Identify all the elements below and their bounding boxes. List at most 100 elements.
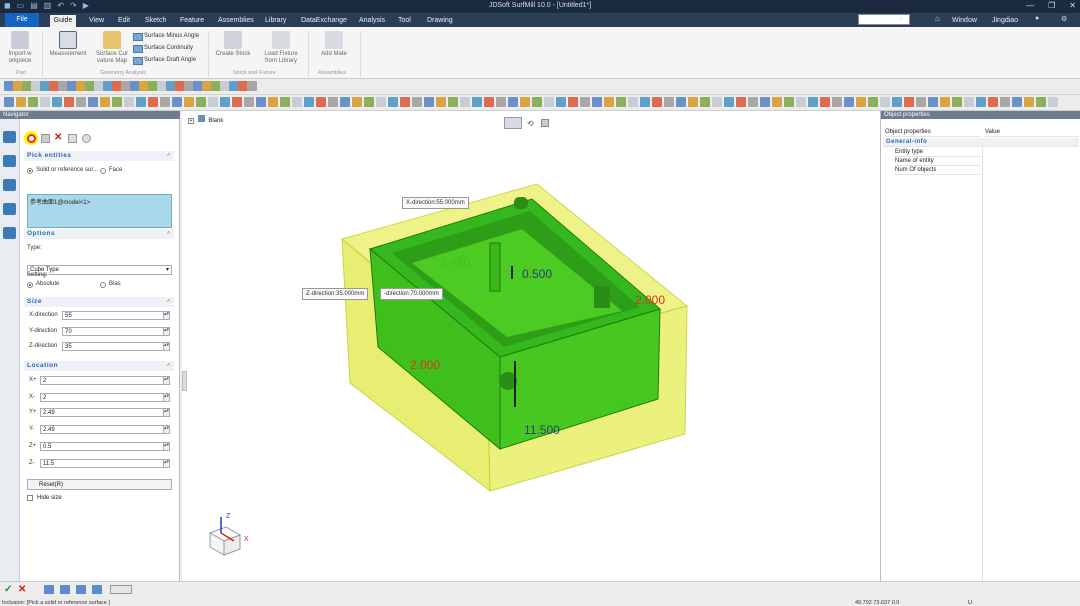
view-tool-icon[interactable] [208,97,218,107]
radio-absolute[interactable] [27,282,33,288]
tab-edit[interactable]: Edit [116,15,132,27]
view-tool-icon[interactable] [568,97,578,107]
view-tool-icon[interactable] [604,97,614,107]
loc-xminus-input[interactable]: 2 [40,393,164,402]
tab-sketch[interactable]: Sketch [143,15,168,27]
create-stock-button[interactable]: Create Stock [213,31,253,58]
view-tool-icon[interactable] [616,97,626,107]
view-tool-icon[interactable] [976,97,986,107]
help-icon[interactable] [82,134,91,143]
side-tab-layer-icon[interactable] [3,179,16,191]
view-tool-icon[interactable] [424,97,434,107]
view-tool-icon[interactable] [760,97,770,107]
loc-zplus-spinner[interactable]: ▴▾ [163,442,170,451]
view-tool-icon[interactable] [412,97,422,107]
size-z-input[interactable]: 35 [62,342,164,351]
measurement-button[interactable]: Measurement [46,31,90,58]
surface-continuity-button[interactable]: Surface Continuity [133,43,193,53]
view-tool-icon[interactable] [916,97,926,107]
maximize-button[interactable]: ❐ [1048,1,1055,10]
view-tool-icon[interactable] [100,97,110,107]
checkbox-box[interactable] [27,495,33,501]
view-tool-icon[interactable] [328,97,338,107]
load-fixture-button[interactable]: Load Fixture from Library [259,31,303,65]
size-x-spinner[interactable]: ▴▾ [163,311,170,320]
loc-yplus-spinner[interactable]: ▴▾ [163,408,170,417]
add-mate-button[interactable]: Add Mate [315,31,353,58]
view-tool-icon[interactable] [820,97,830,107]
list-item[interactable]: 参考曲面1@model<1> [28,195,171,208]
layer-icon[interactable] [76,585,86,594]
view-tool-icon[interactable] [496,97,506,107]
view-tool-icon[interactable] [952,97,962,107]
view-tool-icon[interactable] [532,97,542,107]
hide-size-checkbox[interactable]: Hide size [27,495,62,501]
view-tool-icon[interactable] [340,97,350,107]
side-tab-table-icon[interactable] [3,227,16,239]
view-tool-icon[interactable] [1048,97,1058,107]
view-tool-icon[interactable] [304,97,314,107]
view-tool-icon[interactable] [196,97,206,107]
view-tool-icon[interactable] [52,97,62,107]
section-pick-entities[interactable]: Pick entities [24,151,174,161]
tab-view[interactable]: View [87,15,106,27]
view-tool-icon[interactable] [232,97,242,107]
cancel-icon[interactable]: ✕ [54,132,62,143]
view-tool-icon[interactable] [76,97,86,107]
view-tool-icon[interactable] [484,97,494,107]
ok-icon[interactable] [27,134,36,143]
view-tool-icon[interactable] [136,97,146,107]
view-tool-icon[interactable] [172,97,182,107]
file-menu[interactable]: File [5,13,39,27]
sketch-tool-icon[interactable] [247,81,257,91]
view-tool-icon[interactable] [868,97,878,107]
view-tool-icon[interactable] [184,97,194,107]
view-tool-icon[interactable] [652,97,662,107]
help-icon[interactable]: ● [1035,15,1039,22]
radio-bias[interactable] [100,282,106,288]
tab-analysis[interactable]: Analysis [357,15,387,27]
view-tool-icon[interactable] [628,97,638,107]
loc-xplus-spinner[interactable]: ▴▾ [163,376,170,385]
dim-top-label[interactable]: 0.500 [522,267,552,281]
search-icon[interactable]: ⌕ [899,14,903,24]
preview-icon[interactable] [68,134,77,143]
dim-right-label[interactable]: 2.000 [635,293,665,307]
view-tool-icon[interactable] [856,97,866,107]
dim-front-label[interactable]: 2.490 [604,396,634,410]
size-y-spinner[interactable]: ▴▾ [163,327,170,336]
view-tool-icon[interactable] [844,97,854,107]
view-tool-icon[interactable] [796,97,806,107]
view-tool-icon[interactable] [1024,97,1034,107]
tab-assemblies[interactable]: Assemblies [216,15,256,27]
tab-dataexchange[interactable]: DataExchange [299,15,349,27]
view-tool-icon[interactable] [160,97,170,107]
view-tool-icon[interactable] [64,97,74,107]
panel-collapse-handle[interactable] [182,371,187,391]
view-tool-icon[interactable] [148,97,158,107]
radio-face[interactable] [100,168,106,174]
dim-back-label[interactable]: 2.490 [440,255,470,269]
type-select[interactable]: Cube Type ▾ [27,265,172,275]
view-tool-icon[interactable] [700,97,710,107]
apply-icon[interactable] [41,134,50,143]
tab-feature[interactable]: Feature [178,15,206,27]
view-tool-icon[interactable] [988,97,998,107]
view-tool-icon[interactable] [280,97,290,107]
section-location[interactable]: Location [24,361,174,371]
unit-indicator[interactable]: U [968,600,972,606]
close-button[interactable]: ✕ [1069,1,1076,10]
view-tool-icon[interactable] [28,97,38,107]
view-tool-icon[interactable] [880,97,890,107]
view-tool-icon[interactable] [556,97,566,107]
import-workpiece-button[interactable]: Import w orkpiece [3,31,37,65]
home-icon[interactable]: ⌂ [935,14,940,23]
3d-viewport[interactable]: + Blank ⟲ X-direction:55.000mm Z-directi… [182,111,880,581]
view-tool-icon[interactable] [4,97,14,107]
side-tab-color-icon[interactable] [3,155,16,167]
curvature-map-button[interactable]: Surface Cur vature Map [93,31,131,65]
surface-minus-angle-button[interactable]: Surface Minus Angle [133,31,199,41]
size-z-spinner[interactable]: ▴▾ [163,342,170,351]
view-tool-icon[interactable] [316,97,326,107]
view-tool-icon[interactable] [124,97,134,107]
